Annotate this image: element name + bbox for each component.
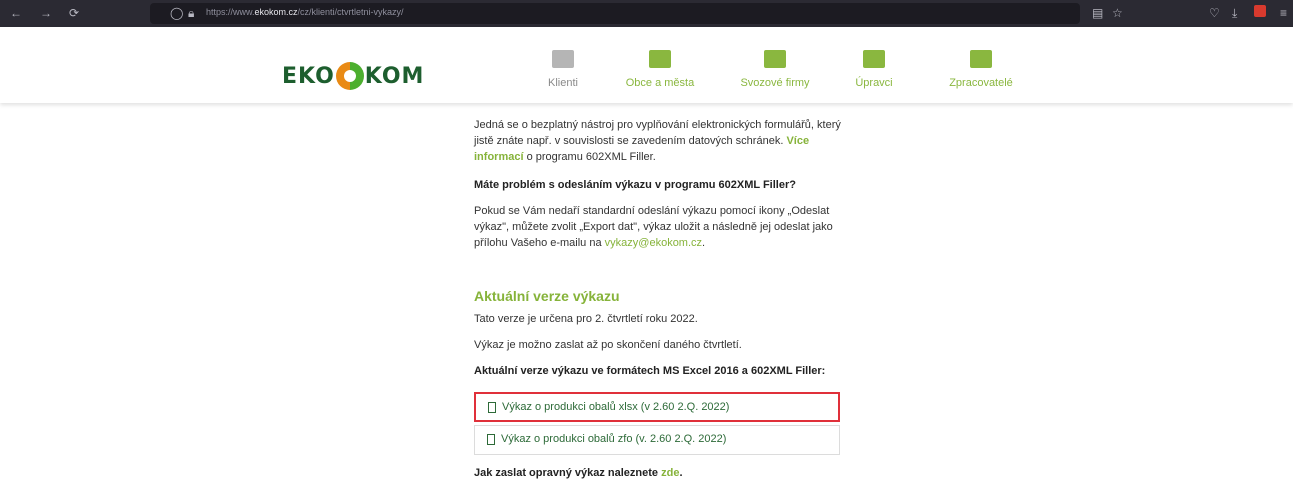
download-zfo-link[interactable]: Výkaz o produkci obalů zfo (v. 2.60 2.Q.…	[474, 425, 840, 455]
forward-arrow-icon[interactable]: →	[40, 5, 52, 21]
more-info-link[interactable]: Více	[786, 135, 809, 147]
nav-label: Klienti	[548, 77, 578, 89]
text-line: výkaz", můžete zvolit „Export dat", výka…	[474, 221, 833, 233]
punctuation: .	[702, 237, 706, 249]
download-icon[interactable]: ⤓	[1232, 5, 1237, 21]
text-line: Jak zaslat opravný výkaz naleznete	[474, 467, 659, 479]
send-text: Výkaz je možno zaslat až po skončení dan…	[474, 339, 742, 351]
text-line: Jedná se o bezplatný nástroj pro vyplňov…	[474, 119, 841, 131]
nav-label: Svozové firmy	[740, 77, 810, 89]
correction-text: Jak zaslat opravný výkaz naleznete zde.	[474, 465, 683, 481]
handshake-icon	[552, 50, 574, 68]
nav-item-klienti[interactable]: Klienti	[518, 50, 608, 89]
section-title: Aktuální verze výkazu	[474, 288, 620, 304]
email-link[interactable]: vykazy@ekokom.cz	[605, 237, 702, 249]
reload-icon[interactable]: ⟳	[69, 5, 79, 21]
download-xlsx-link[interactable]: Výkaz o produkci obalů xlsx (v 2.60 2.Q.…	[474, 392, 840, 422]
pocket-icon[interactable]: ♡	[1209, 5, 1220, 21]
nav-item-obce[interactable]: Obce a města	[615, 50, 705, 89]
nav-item-svozove-firmy[interactable]: Svozové firmy	[730, 50, 820, 89]
nav-label: Zpracovatelé	[949, 77, 1013, 89]
recycle-logo-icon	[335, 62, 364, 90]
factory-icon	[970, 50, 992, 68]
file-link-label[interactable]: Výkaz o produkci obalů zfo (v. 2.60 2.Q.…	[501, 433, 726, 445]
file-link-label[interactable]: Výkaz o produkci obalů xlsx (v 2.60 2.Q.…	[502, 401, 729, 413]
problem-paragraph: Pokud se Vám nedaří standardní odeslání …	[474, 203, 833, 251]
more-info-link[interactable]: informací	[474, 151, 524, 163]
file-icon	[487, 434, 495, 445]
logo-text-left: EKO	[282, 63, 335, 89]
filler-paragraph: Jedná se o bezplatný nástroj pro vyplňov…	[474, 117, 841, 165]
problem-heading: Máte problém s odesláním výkazu v progra…	[474, 179, 796, 191]
ekokom-logo[interactable]: EKO KOM	[282, 62, 425, 90]
star-icon[interactable]: ☆	[1112, 5, 1123, 21]
excel-file-icon	[488, 402, 496, 413]
nav-label: Úpravci	[855, 77, 893, 89]
text-line: jistě znáte např. v souvislosti se zaved…	[474, 135, 784, 147]
back-arrow-icon[interactable]: ←	[10, 5, 22, 21]
text-line: Pokud se Vám nedaří standardní odeslání …	[474, 205, 830, 217]
nav-label: Obce a města	[625, 77, 695, 89]
punctuation: .	[679, 467, 683, 479]
town-hall-icon	[649, 50, 671, 68]
nav-item-upravci[interactable]: Úpravci	[829, 50, 919, 89]
nav-item-zpracovatele[interactable]: Zpracovatelé	[936, 50, 1026, 89]
menu-icon[interactable]: ≡	[1280, 5, 1287, 21]
formats-heading: Aktuální verze výkazu ve formátech MS Ex…	[474, 365, 826, 377]
correction-link[interactable]: zde	[661, 467, 679, 479]
text-line: o programu 602XML Filler.	[526, 151, 656, 163]
extension-icon[interactable]	[1254, 5, 1266, 17]
reader-view-icon[interactable]: ▤	[1092, 5, 1103, 21]
browser-toolbar: ← → ⟳ ◯ 🔒︎ https://www.ekokom.cz/cz/klie…	[0, 0, 1293, 27]
logo-text-right: KOM	[364, 63, 425, 89]
warehouse-icon	[863, 50, 885, 68]
version-text: Tato verze je určena pro 2. čtvrtletí ro…	[474, 313, 698, 325]
shield-icon[interactable]: ◯	[170, 5, 183, 21]
truck-icon	[764, 50, 786, 68]
text-line: přílohu Vašeho e-mailu na	[474, 237, 602, 249]
lock-icon[interactable]: 🔒︎	[188, 5, 194, 21]
url-text[interactable]: https://www.ekokom.cz/cz/klienti/ctvrtle…	[206, 7, 404, 17]
